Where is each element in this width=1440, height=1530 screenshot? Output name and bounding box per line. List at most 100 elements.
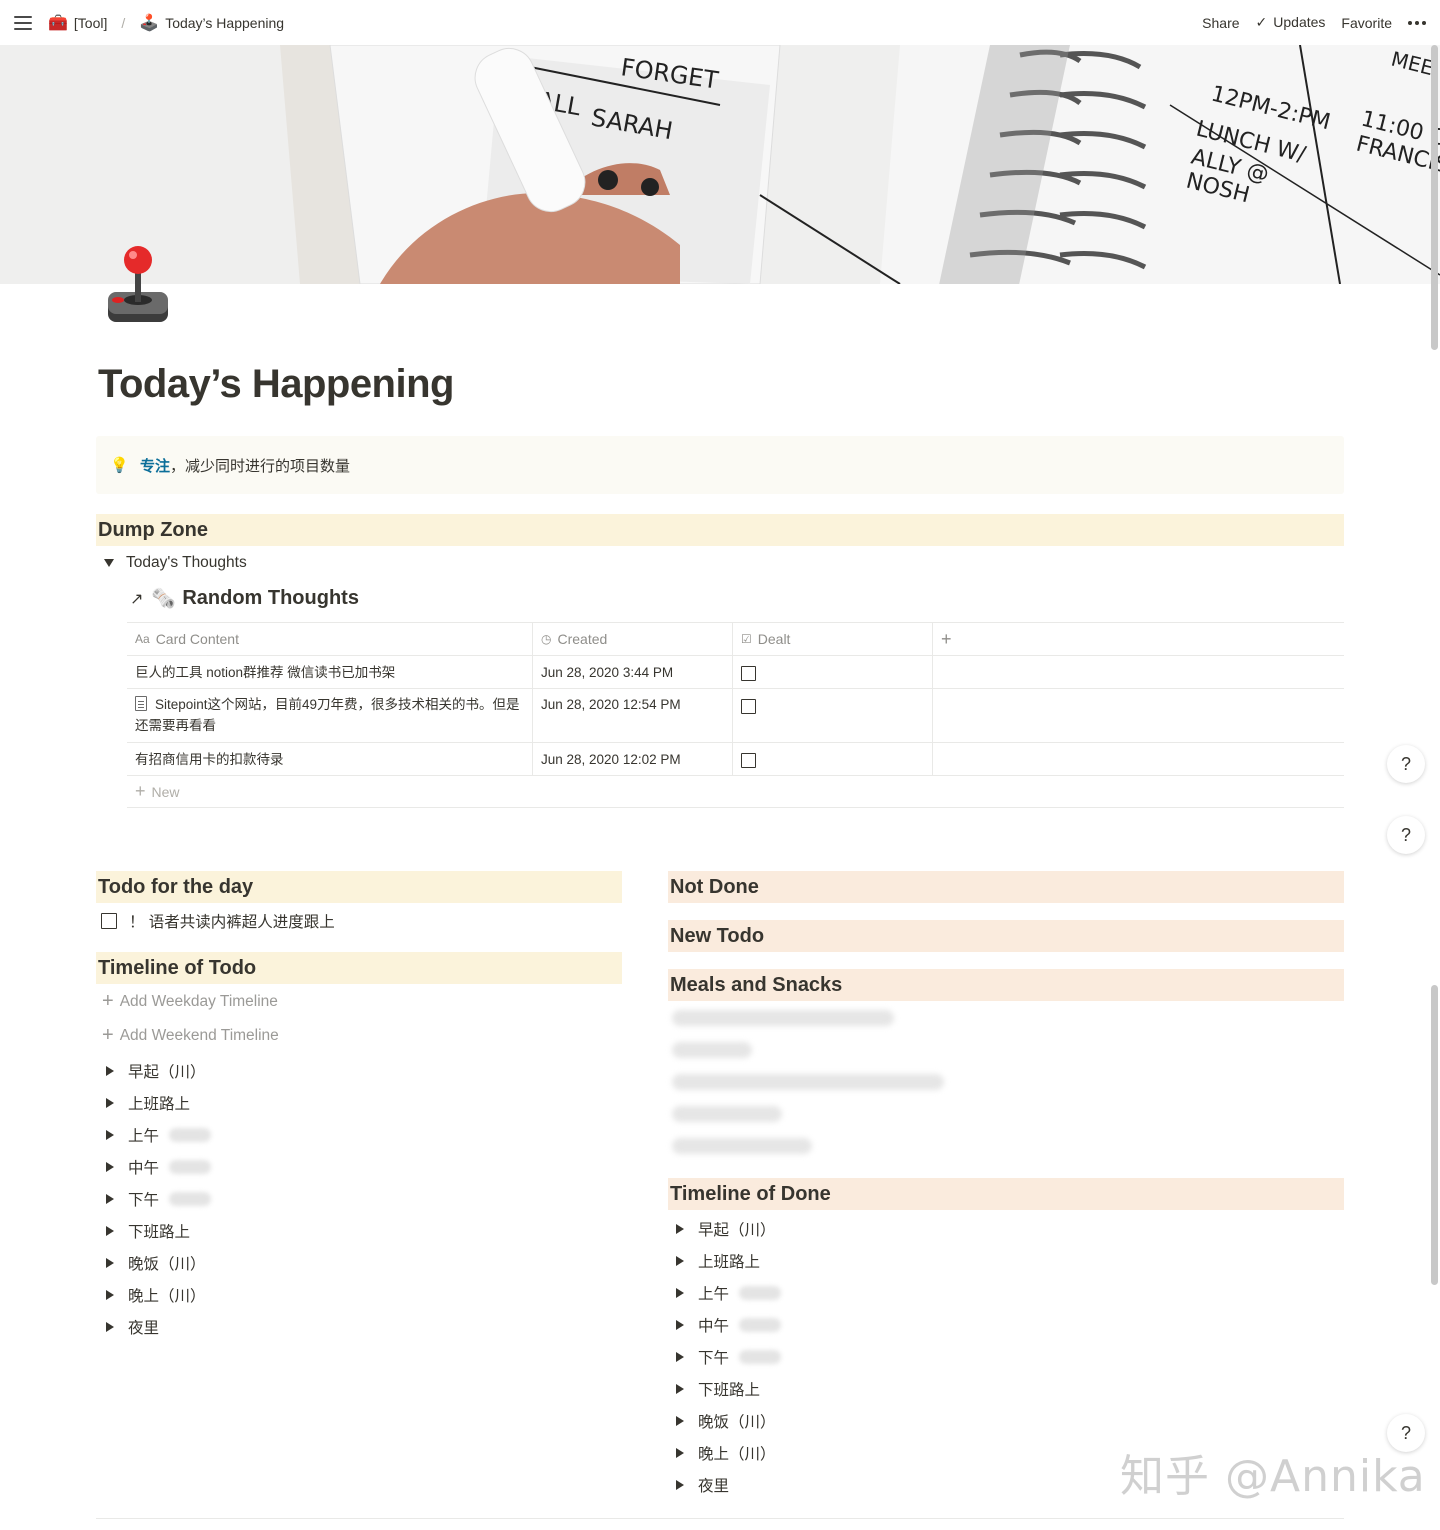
scrollbar[interactable] (1431, 45, 1438, 350)
toggle-closed-icon[interactable] (106, 1098, 114, 1108)
callout[interactable]: 💡 专注 ，减少同时进行的项目数量 (96, 436, 1344, 494)
toggle-closed-icon[interactable] (676, 1288, 684, 1298)
dealt-checkbox[interactable] (741, 753, 756, 768)
cell-dealt[interactable] (733, 743, 933, 775)
heading-meals-and-snacks[interactable]: Meals and Snacks (668, 969, 1344, 1001)
cell-text: Sitepoint这个网站，目前49刀年费，很多技术相关的书。但是还需要再看看 (135, 697, 520, 733)
timeline-done-item[interactable]: 上班路上 (676, 1250, 760, 1272)
timeline-todo-item[interactable]: 下午 (106, 1188, 212, 1210)
blurred-text (739, 1350, 782, 1364)
column-header-dealt[interactable]: ☑ Dealt (733, 623, 933, 655)
cell-created[interactable]: Jun 28, 2020 12:02 PM (533, 743, 733, 775)
cell-empty (933, 656, 1344, 688)
toggle-closed-icon[interactable] (106, 1194, 114, 1204)
menu-icon[interactable] (14, 15, 32, 30)
heading-not-done[interactable]: Not Done (668, 871, 1344, 903)
add-weekend-timeline-button[interactable]: + Add Weekend Timeline (102, 1024, 279, 1047)
toggle-closed-icon[interactable] (106, 1290, 114, 1300)
cell-card-content[interactable]: 巨人的工具 notion群推荐 微信读书已加书架 (127, 656, 533, 688)
todo-checkbox[interactable] (101, 913, 117, 929)
toggle-todays-thoughts[interactable]: Today's Thoughts (104, 554, 247, 572)
cell-dealt[interactable] (733, 689, 933, 742)
breadcrumb-current[interactable]: Today’s Happening (165, 15, 284, 31)
top-actions: Share ✓ Updates Favorite (1202, 0, 1426, 45)
cell-card-content[interactable]: Sitepoint这个网站，目前49刀年费，很多技术相关的书。但是还需要再看看 (127, 689, 533, 742)
table-row[interactable]: Sitepoint这个网站，目前49刀年费，很多技术相关的书。但是还需要再看看 … (127, 689, 1344, 743)
toggle-label: 中午 (698, 1318, 730, 1335)
blurred-text (739, 1286, 782, 1300)
breadcrumb-parent[interactable]: [Tool] (74, 15, 107, 31)
timeline-done-item[interactable]: 晚上（川） (676, 1442, 776, 1464)
toggle-closed-icon[interactable] (106, 1226, 114, 1236)
toggle-closed-icon[interactable] (106, 1130, 114, 1140)
help-button[interactable]: ? (1387, 745, 1425, 783)
table-row[interactable]: 有招商信用卡的扣款待录 Jun 28, 2020 12:02 PM (127, 743, 1344, 776)
cell-dealt[interactable] (733, 656, 933, 688)
heading-dump-zone[interactable]: Dump Zone (96, 514, 1344, 546)
toggle-closed-icon[interactable] (106, 1322, 114, 1332)
toggle-closed-icon[interactable] (676, 1416, 684, 1426)
timeline-done-item[interactable]: 下班路上 (676, 1378, 760, 1400)
timeline-done-item[interactable]: 上午 (676, 1282, 782, 1304)
cover-image[interactable]: FORGET CALL SARAH 12PM-2:PM LUNCH W/ ALL… (0, 45, 1440, 284)
toggle-label: 晚上（川） (698, 1446, 776, 1463)
new-row-button[interactable]: + New (127, 776, 1344, 808)
breadcrumb-separator: / (121, 14, 126, 31)
joystick-icon[interactable] (104, 244, 172, 328)
timeline-done-item[interactable]: 早起（川） (676, 1218, 776, 1240)
toggle-closed-icon[interactable] (106, 1162, 114, 1172)
cell-created[interactable]: Jun 28, 2020 3:44 PM (533, 656, 733, 688)
timeline-todo-item[interactable]: 下班路上 (106, 1220, 190, 1242)
favorite-button[interactable]: Favorite (1341, 15, 1392, 31)
toggle-closed-icon[interactable] (676, 1352, 684, 1362)
heading-new-todo[interactable]: New Todo (668, 920, 1344, 952)
add-weekday-timeline-button[interactable]: + Add Weekday Timeline (102, 990, 278, 1013)
cell-created[interactable]: Jun 28, 2020 12:54 PM (533, 689, 733, 742)
plus-icon: + (135, 781, 146, 801)
dealt-checkbox[interactable] (741, 666, 756, 681)
timeline-done-item[interactable]: 中午 (676, 1314, 782, 1336)
more-options-icon[interactable] (1408, 20, 1426, 25)
table-row[interactable]: 巨人的工具 notion群推荐 微信读书已加书架 Jun 28, 2020 3:… (127, 656, 1344, 689)
heading-timeline-of-todo[interactable]: Timeline of Todo (96, 952, 622, 984)
toggle-closed-icon[interactable] (676, 1384, 684, 1394)
column-header-card-content[interactable]: Aa Card Content (127, 623, 533, 655)
cell-card-content[interactable]: 有招商信用卡的扣款待录 (127, 743, 533, 775)
cell-text: Jun 28, 2020 12:02 PM (541, 752, 681, 767)
toggle-closed-icon[interactable] (106, 1258, 114, 1268)
timeline-todo-item[interactable]: 早起（川） (106, 1060, 206, 1082)
timeline-todo-item[interactable]: 晚饭（川） (106, 1252, 206, 1274)
toggle-open-icon[interactable] (104, 559, 114, 567)
toggle-label: 晚上（川） (128, 1288, 206, 1305)
help-button[interactable]: ? (1387, 816, 1425, 854)
timeline-todo-item[interactable]: 中午 (106, 1156, 212, 1178)
todo-item[interactable]: ！ 语者共读内裤超人进度跟上 (101, 910, 335, 932)
linked-database-title[interactable]: ↗ 🗞️ Random Thoughts (130, 586, 359, 611)
heading-todo-for-the-day[interactable]: Todo for the day (96, 871, 622, 903)
heading-timeline-of-done[interactable]: Timeline of Done (668, 1178, 1344, 1210)
timeline-done-item[interactable]: 下午 (676, 1346, 782, 1368)
cell-text: Jun 28, 2020 3:44 PM (541, 665, 674, 680)
toggle-label: 下班路上 (128, 1224, 191, 1241)
timeline-done-item[interactable]: 晚饭（川） (676, 1410, 776, 1432)
page-title[interactable]: Today’s Happening (98, 362, 454, 407)
add-column-button[interactable]: + (933, 623, 1344, 655)
toggle-closed-icon[interactable] (676, 1320, 684, 1330)
cell-text: 巨人的工具 notion群推荐 微信读书已加书架 (135, 665, 396, 680)
updates-button[interactable]: ✓ Updates (1256, 14, 1326, 31)
timeline-todo-item[interactable]: 上班路上 (106, 1092, 190, 1114)
toggle-closed-icon[interactable] (676, 1480, 684, 1490)
toggle-closed-icon[interactable] (676, 1256, 684, 1266)
toggle-closed-icon[interactable] (676, 1448, 684, 1458)
toggle-label: 夜里 (698, 1478, 730, 1495)
toggle-closed-icon[interactable] (676, 1224, 684, 1234)
scrollbar-thumb[interactable] (1431, 985, 1438, 1285)
column-header-created[interactable]: ◷ Created (533, 623, 733, 655)
timeline-todo-item[interactable]: 夜里 (106, 1316, 159, 1338)
timeline-done-item[interactable]: 夜里 (676, 1474, 729, 1496)
dealt-checkbox[interactable] (741, 699, 756, 714)
timeline-todo-item[interactable]: 上午 (106, 1124, 212, 1146)
share-button[interactable]: Share (1202, 15, 1239, 31)
timeline-todo-item[interactable]: 晚上（川） (106, 1284, 206, 1306)
toggle-closed-icon[interactable] (106, 1066, 114, 1076)
